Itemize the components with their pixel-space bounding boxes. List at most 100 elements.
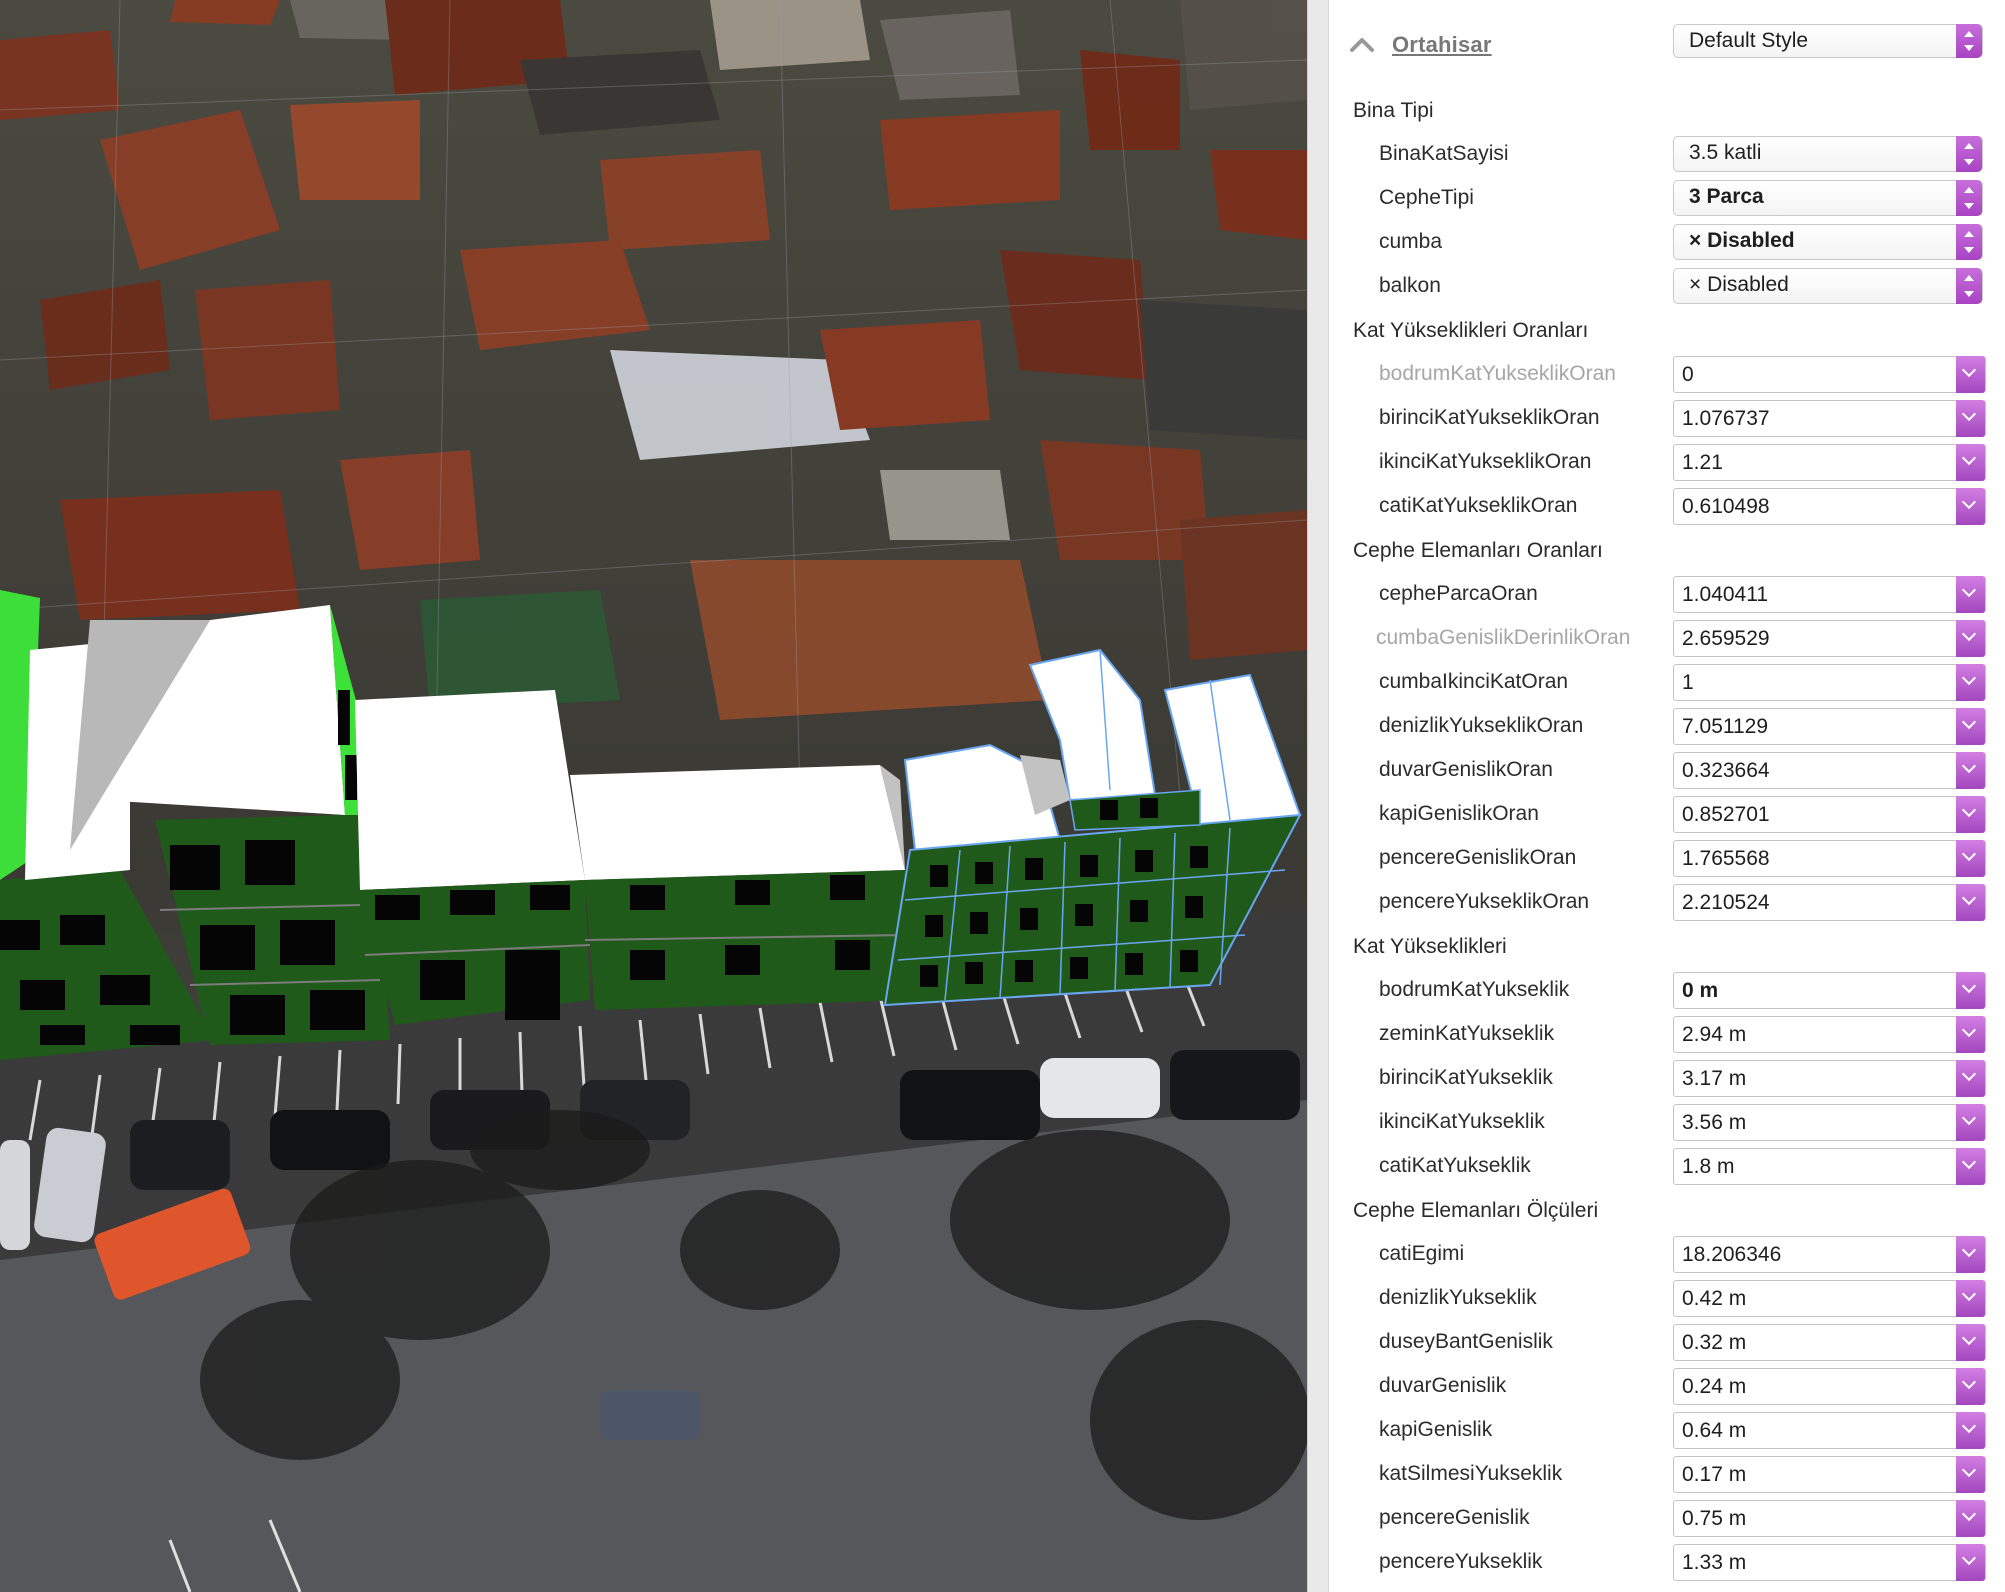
attr-combo[interactable]: 0.24 m — [1673, 1368, 1986, 1405]
chevron-down-icon[interactable] — [1956, 752, 1985, 789]
select-value: 3 Parca — [1689, 185, 1764, 208]
attr-row: catiKatYukseklik 1.8 m — [1329, 1147, 2005, 1187]
chevron-down-icon[interactable] — [1956, 1104, 1985, 1141]
combo-value: 18.206346 — [1682, 1243, 1782, 1266]
chevron-down-icon[interactable] — [1956, 576, 1985, 613]
combo-value: 0 m — [1682, 979, 1719, 1002]
attr-label: catiKatYukseklik — [1379, 1154, 1531, 1177]
updown-arrows-icon — [1956, 224, 1982, 260]
attr-combo[interactable]: 0.852701 — [1673, 796, 1986, 833]
chevron-down-icon[interactable] — [1956, 1280, 1985, 1317]
style-select-value: Default Style — [1689, 29, 1809, 52]
chevron-down-icon[interactable] — [1956, 1236, 1985, 1273]
chevron-down-icon[interactable] — [1956, 1148, 1985, 1185]
chevron-down-icon[interactable] — [1956, 1456, 1985, 1493]
attr-row: ikinciKatYukseklik 3.56 m — [1329, 1103, 2005, 1143]
updown-arrows-icon — [1956, 268, 1982, 304]
attr-label: bodrumKatYukseklikOran — [1379, 362, 1616, 385]
attr-row: bodrumKatYukseklikOran 0 — [1329, 355, 2005, 395]
attr-combo[interactable]: 7.051129 — [1673, 708, 1986, 745]
combo-value: 0 — [1682, 363, 1694, 386]
chevron-down-icon[interactable] — [1956, 1544, 1985, 1581]
combo-value: 1.040411 — [1682, 583, 1769, 606]
attr-label: cepheParcaOran — [1379, 582, 1538, 605]
attr-row: zeminKatYukseklik 2.94 m — [1329, 1015, 2005, 1055]
cumba-select[interactable]: × Disabled — [1673, 224, 1983, 260]
chevron-down-icon[interactable] — [1956, 1060, 1985, 1097]
attr-row-cephetipi: CepheTipi 3 Parca — [1329, 179, 2005, 219]
attr-label: katSilmesiYukseklik — [1379, 1462, 1563, 1485]
attr-row: duvarGenislik 0.24 m — [1329, 1367, 2005, 1407]
attr-combo[interactable]: 0 m — [1673, 972, 1986, 1009]
attr-combo[interactable]: 0.64 m — [1673, 1412, 1986, 1449]
chevron-down-icon[interactable] — [1956, 884, 1985, 921]
3d-viewport[interactable] — [0, 0, 1307, 1592]
collapse-chevron-icon[interactable] — [1343, 28, 1383, 62]
attr-combo[interactable]: 0.17 m — [1673, 1456, 1986, 1493]
attr-combo[interactable]: 2.659529 — [1673, 620, 1986, 657]
combo-value: 2.659529 — [1682, 627, 1770, 650]
chevron-down-icon[interactable] — [1956, 1500, 1985, 1537]
chevron-down-icon[interactable] — [1956, 620, 1985, 657]
rule-title-link[interactable]: Ortahisar — [1392, 32, 1492, 58]
attr-combo[interactable]: 3.17 m — [1673, 1060, 1986, 1097]
group-label-cephe-elemanlari-olculeri: Cephe Elemanları Ölçüleri — [1353, 1199, 1599, 1222]
attr-row-balkon: balkon × Disabled — [1329, 267, 2005, 307]
balkon-select[interactable]: × Disabled — [1673, 268, 1983, 304]
chevron-down-icon[interactable] — [1956, 1324, 1985, 1361]
attr-row: duvarGenislikOran 0.323664 — [1329, 751, 2005, 791]
attr-combo[interactable]: 2.210524 — [1673, 884, 1986, 921]
combo-value: 3.56 m — [1682, 1111, 1747, 1134]
combo-value: 0.24 m — [1682, 1375, 1747, 1398]
attr-row: cumbaIkinciKatOran 1 — [1329, 663, 2005, 703]
binakatsayisi-select[interactable]: 3.5 katli — [1673, 136, 1983, 172]
attr-combo[interactable]: 0.75 m — [1673, 1500, 1986, 1537]
chevron-down-icon[interactable] — [1956, 1368, 1985, 1405]
chevron-down-icon[interactable] — [1956, 664, 1985, 701]
chevron-down-icon[interactable] — [1956, 840, 1985, 877]
chevron-down-icon[interactable] — [1956, 356, 1985, 393]
attr-row: catiEgimi 18.206346 — [1329, 1235, 2005, 1275]
combo-value: 1.076737 — [1682, 407, 1770, 430]
attr-row: pencereGenislikOran 1.765568 — [1329, 839, 2005, 879]
attr-combo[interactable]: 1.8 m — [1673, 1148, 1986, 1185]
combo-value: 1.765568 — [1682, 847, 1770, 870]
attr-combo[interactable]: 1.765568 — [1673, 840, 1986, 877]
cephetipi-select[interactable]: 3 Parca — [1673, 180, 1983, 216]
attr-label: zeminKatYukseklik — [1379, 1022, 1555, 1045]
attr-label: catiEgimi — [1379, 1242, 1465, 1265]
style-select[interactable]: Default Style — [1673, 24, 1983, 58]
chevron-down-icon[interactable] — [1956, 444, 1985, 481]
attr-combo[interactable]: 0.42 m — [1673, 1280, 1986, 1317]
attr-row: ikinciKatYukseklikOran 1.21 — [1329, 443, 2005, 483]
attr-combo[interactable]: 18.206346 — [1673, 1236, 1986, 1273]
chevron-down-icon[interactable] — [1956, 488, 1985, 525]
chevron-down-icon[interactable] — [1956, 1016, 1985, 1053]
attr-combo[interactable]: 1.21 — [1673, 444, 1986, 481]
attr-label: cumbaIkinciKatOran — [1379, 670, 1569, 693]
attr-combo[interactable]: 1.33 m — [1673, 1544, 1986, 1581]
attr-combo[interactable]: 3.56 m — [1673, 1104, 1986, 1141]
group-label-bina-tipi: Bina Tipi — [1353, 99, 1434, 122]
updown-arrows-icon — [1956, 136, 1982, 172]
attr-combo[interactable]: 1 — [1673, 664, 1986, 701]
chevron-down-icon[interactable] — [1956, 972, 1985, 1009]
attr-label: catiKatYukseklikOran — [1379, 494, 1578, 517]
chevron-down-icon[interactable] — [1956, 400, 1985, 437]
attr-label: ikinciKatYukseklik — [1379, 1110, 1545, 1133]
attr-row-cumba: cumba × Disabled — [1329, 223, 2005, 263]
chevron-down-icon[interactable] — [1956, 708, 1985, 745]
panel-splitter[interactable] — [1307, 0, 1329, 1592]
attr-combo[interactable]: 2.94 m — [1673, 1016, 1986, 1053]
chevron-down-icon[interactable] — [1956, 796, 1985, 833]
attr-label: kapiGenislik — [1379, 1418, 1493, 1441]
attr-combo[interactable]: 0.32 m — [1673, 1324, 1986, 1361]
attr-combo[interactable]: 0 — [1673, 356, 1986, 393]
attr-label: cumbaGenislikDerinlikOran — [1376, 626, 1631, 649]
attr-combo[interactable]: 0.323664 — [1673, 752, 1986, 789]
attr-combo[interactable]: 1.076737 — [1673, 400, 1986, 437]
attr-combo[interactable]: 0.610498 — [1673, 488, 1986, 525]
attr-row: birinciKatYukseklikOran 1.076737 — [1329, 399, 2005, 439]
chevron-down-icon[interactable] — [1956, 1412, 1985, 1449]
attr-combo[interactable]: 1.040411 — [1673, 576, 1986, 613]
